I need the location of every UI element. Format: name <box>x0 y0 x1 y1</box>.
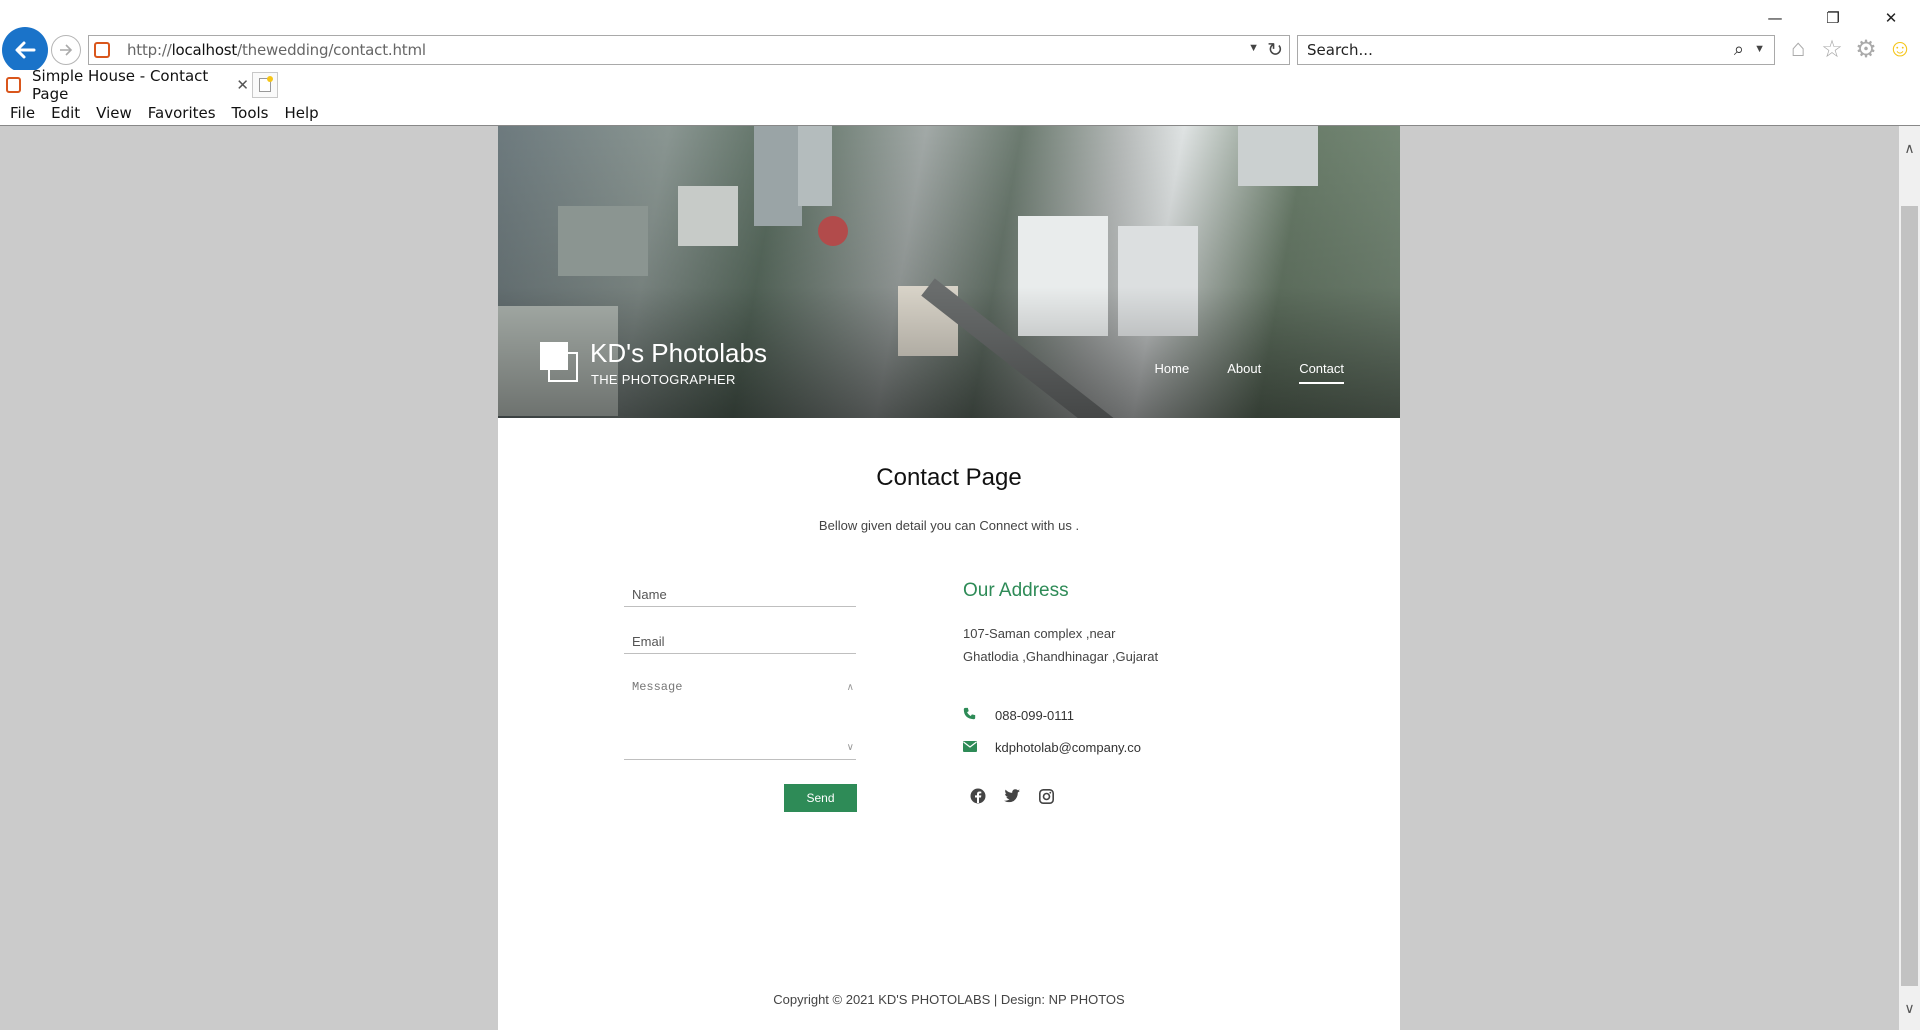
nav-home[interactable]: Home <box>1155 361 1190 384</box>
url-path: /thewedding/contact.html <box>237 41 426 59</box>
footer-copyright: Copyright © 2021 KD'S PHOTOLABS | Design… <box>773 992 1125 1007</box>
name-placeholder: Name <box>632 587 667 602</box>
browser-chrome: — ❐ ✕ http://localhost/thewedding/contac… <box>0 0 1920 126</box>
site-favicon-icon <box>94 42 110 58</box>
minimize-icon[interactable]: — <box>1746 0 1804 36</box>
address-url[interactable]: http://localhost/thewedding/contact.html <box>127 41 426 59</box>
menu-bar: File Edit View Favorites Tools Help <box>0 101 1920 125</box>
window-controls: — ❐ ✕ <box>1746 0 1920 36</box>
email-placeholder: Email <box>632 634 665 649</box>
chevron-down-icon[interactable]: ∨ <box>847 742 854 753</box>
envelope-icon <box>963 740 977 755</box>
address-dropdown-icon[interactable]: ▼ <box>1248 42 1259 54</box>
menu-view[interactable]: View <box>96 104 132 122</box>
brand-logo-icon[interactable] <box>540 342 578 382</box>
new-tab-button[interactable] <box>252 72 278 98</box>
search-input[interactable]: Search... <box>1307 41 1373 59</box>
gear-icon[interactable]: ⚙ <box>1852 34 1880 64</box>
twitter-icon[interactable] <box>1002 786 1022 806</box>
address-heading: Our Address <box>963 580 1069 601</box>
phone-icon <box>963 707 977 723</box>
home-icon[interactable]: ⌂ <box>1784 34 1812 64</box>
name-field[interactable]: Name <box>624 586 856 607</box>
forward-button[interactable] <box>51 35 81 65</box>
search-box[interactable]: Search... ⌕ ▼ <box>1297 35 1775 65</box>
phone-number[interactable]: 088-099-0111 <box>995 708 1074 723</box>
address-line-2: Ghatlodia ,Ghandhinagar ,Gujarat <box>963 649 1159 664</box>
restore-icon[interactable]: ❐ <box>1804 0 1862 36</box>
tab-bar: Simple House - Contact Page ✕ <box>0 67 1920 103</box>
message-field[interactable]: Message ∧ ∨ <box>624 676 856 760</box>
tab-close-icon[interactable]: ✕ <box>236 76 249 94</box>
close-icon[interactable]: ✕ <box>1862 0 1920 36</box>
address-bar[interactable]: http://localhost/thewedding/contact.html… <box>88 35 1290 65</box>
facebook-icon[interactable] <box>968 786 988 806</box>
page-viewport: KD's Photolabs THE PHOTOGRAPHER Home Abo… <box>0 126 1899 1030</box>
address-line-1: 107-Saman complex ,near <box>963 626 1116 641</box>
nav-contact[interactable]: Contact <box>1299 361 1344 384</box>
menu-edit[interactable]: Edit <box>51 104 80 122</box>
social-links <box>968 786 1056 806</box>
message-placeholder: Message <box>632 680 683 694</box>
logo-square-outline <box>548 352 578 382</box>
arrow-left-icon <box>15 41 36 59</box>
url-host: localhost <box>171 41 238 59</box>
menu-file[interactable]: File <box>10 104 35 122</box>
page-title: Contact Page <box>876 464 1022 491</box>
email-field[interactable]: Email <box>624 633 856 654</box>
scroll-down-icon[interactable]: ∨ <box>1899 996 1920 1020</box>
nav-about[interactable]: About <box>1227 361 1261 384</box>
site-nav: Home About Contact <box>1155 361 1344 384</box>
chevron-up-icon[interactable]: ∧ <box>847 682 854 693</box>
toolbar-icons: ⌂ ☆ ⚙ ☺ <box>1784 34 1914 64</box>
tab-favicon-icon <box>6 77 21 93</box>
url-prefix: http:// <box>127 41 172 59</box>
scrollbar-thumb[interactable] <box>1901 206 1918 986</box>
vertical-scrollbar[interactable]: ∧ ∨ <box>1899 126 1920 1030</box>
send-button[interactable]: Send <box>784 784 857 812</box>
brand-name[interactable]: KD's Photolabs <box>590 338 767 369</box>
tab-active[interactable]: Simple House - Contact Page ✕ <box>0 67 249 103</box>
menu-favorites[interactable]: Favorites <box>148 104 216 122</box>
instagram-icon[interactable] <box>1036 786 1056 806</box>
search-icon[interactable]: ⌕ <box>1734 39 1744 60</box>
star-icon[interactable]: ☆ <box>1818 34 1846 64</box>
refresh-icon[interactable]: ↻ <box>1267 39 1283 62</box>
new-tab-icon <box>259 76 273 92</box>
hero-banner: KD's Photolabs THE PHOTOGRAPHER Home Abo… <box>498 126 1400 418</box>
page-subtitle: Bellow given detail you can Connect with… <box>818 518 1080 533</box>
scroll-up-icon[interactable]: ∧ <box>1899 136 1920 160</box>
arrow-right-icon <box>60 44 73 56</box>
menu-help[interactable]: Help <box>285 104 319 122</box>
tab-title: Simple House - Contact Page <box>32 67 209 103</box>
phone-row: 088-099-0111 <box>963 707 1074 723</box>
menu-tools[interactable]: Tools <box>232 104 269 122</box>
brand-tagline: THE PHOTOGRAPHER <box>591 372 736 387</box>
smiley-feedback-icon[interactable]: ☺ <box>1886 34 1914 64</box>
page-container: KD's Photolabs THE PHOTOGRAPHER Home Abo… <box>498 126 1400 1030</box>
email-row: kdphotolab@company.co <box>963 740 1141 755</box>
email-address[interactable]: kdphotolab@company.co <box>995 740 1141 755</box>
search-dropdown-icon[interactable]: ▼ <box>1754 43 1765 55</box>
